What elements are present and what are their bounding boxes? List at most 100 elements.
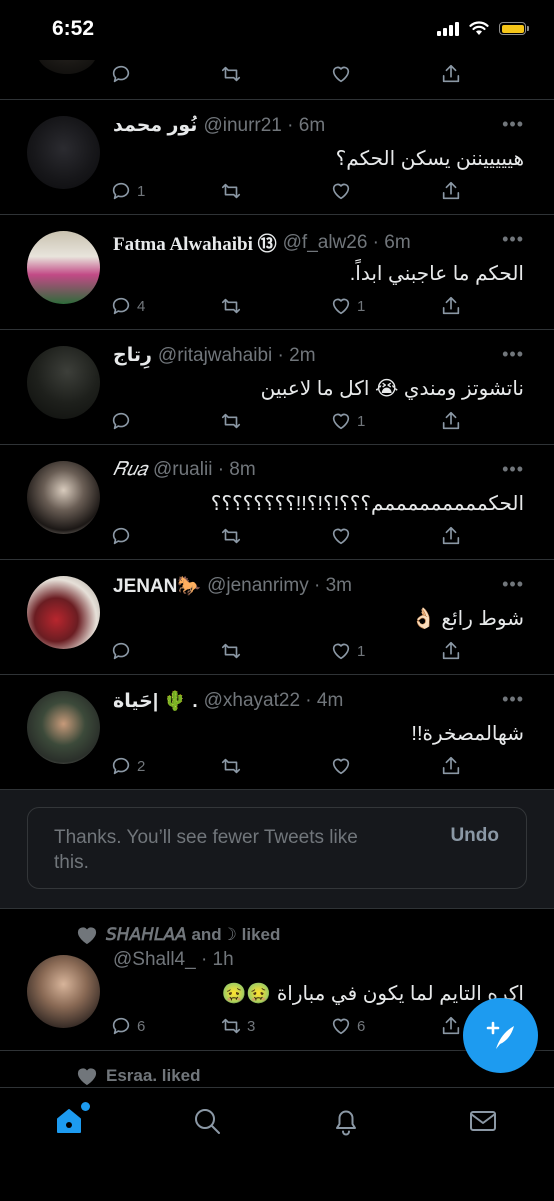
tweet[interactable]: نُور محمد @inurr21 · 6m ••• هيييييننن يس… bbox=[0, 100, 554, 215]
handle-and-time: @ritajwahaibi · 2m bbox=[157, 344, 316, 366]
display-name[interactable]: JENAN🐎 bbox=[113, 574, 201, 598]
display-name[interactable]: نُور محمد bbox=[113, 114, 197, 137]
retweet-button[interactable]: 3 bbox=[220, 1015, 255, 1037]
more-options-icon[interactable]: ••• bbox=[502, 574, 524, 595]
share-button[interactable] bbox=[440, 63, 462, 85]
reply-button[interactable]: 2 bbox=[110, 755, 145, 777]
like-count: 1 bbox=[357, 412, 366, 430]
retweet-icon bbox=[221, 413, 241, 429]
heart-icon bbox=[332, 183, 350, 200]
retweet-button[interactable] bbox=[220, 63, 242, 85]
undo-button[interactable]: Undo bbox=[450, 825, 499, 847]
tab-messages[interactable] bbox=[468, 1106, 502, 1140]
reply-count: 1 bbox=[137, 182, 146, 200]
handle-and-time: @inurr21 · 6m bbox=[203, 114, 326, 136]
share-icon bbox=[442, 756, 460, 775]
reply-icon bbox=[112, 642, 130, 660]
status-time: 6:52 bbox=[52, 17, 95, 40]
more-options-icon[interactable]: ••• bbox=[502, 229, 524, 250]
tweet[interactable]: رِتاج @ritajwahaibi · 2m ••• ناتشوتز ومن… bbox=[0, 330, 554, 445]
liked-by-text[interactable]: 𝘚𝘏𝘈𝘏𝘓𝘈𝘈 and☽ liked bbox=[106, 925, 280, 945]
compose-tweet-button[interactable] bbox=[463, 998, 538, 1073]
share-button[interactable] bbox=[440, 1015, 462, 1037]
like-button[interactable]: 6 bbox=[330, 1015, 365, 1037]
reply-icon bbox=[112, 65, 130, 83]
more-options-icon[interactable]: ••• bbox=[502, 459, 524, 480]
share-button[interactable] bbox=[440, 525, 462, 547]
reply-button[interactable] bbox=[110, 640, 137, 662]
display-name[interactable]: 𝑅𝑢𝑎 bbox=[113, 459, 147, 481]
more-options-icon[interactable]: ••• bbox=[502, 114, 524, 135]
timeline-feed[interactable]: نُور محمد @inurr21 · 6m ••• هيييييننن يس… bbox=[0, 60, 554, 1087]
like-button[interactable]: 1 bbox=[330, 410, 365, 432]
tweet-actions: 6 3 6 bbox=[110, 1015, 500, 1045]
reply-button[interactable] bbox=[110, 410, 137, 432]
avatar[interactable] bbox=[27, 116, 100, 189]
status-icons bbox=[437, 21, 529, 36]
tweet-header: @Shall4_ · 1h bbox=[113, 949, 234, 971]
more-options-icon[interactable]: ••• bbox=[502, 344, 524, 365]
tweet-partial[interactable] bbox=[0, 60, 554, 100]
heart-icon bbox=[332, 413, 350, 430]
handle-and-time: @Shall4_ · 1h bbox=[113, 949, 234, 970]
tweet-text: شوط رائع 👌🏻 bbox=[410, 608, 524, 630]
tweet-actions bbox=[110, 63, 500, 93]
heart-icon bbox=[332, 298, 350, 315]
notice-text: Thanks. You’ll see fewer Tweets like thi… bbox=[54, 827, 358, 873]
feedback-notice-section: Thanks. You’ll see fewer Tweets like thi… bbox=[0, 790, 554, 909]
tab-home[interactable] bbox=[54, 1102, 90, 1140]
avatar[interactable] bbox=[27, 576, 100, 649]
like-button[interactable]: 1 bbox=[330, 640, 365, 662]
battery-icon bbox=[499, 22, 529, 35]
like-button[interactable] bbox=[330, 755, 357, 777]
tweet[interactable]: Fatma Alwahaibi ⑬ @f_alw26 · 6m ••• الحك… bbox=[0, 215, 554, 330]
retweet-button[interactable] bbox=[220, 755, 247, 777]
display-name[interactable]: رِتاج bbox=[113, 344, 152, 367]
retweet-icon bbox=[221, 758, 241, 774]
home-icon bbox=[57, 1109, 81, 1133]
retweet-button[interactable] bbox=[220, 410, 247, 432]
reply-button[interactable] bbox=[110, 525, 137, 547]
reply-button[interactable] bbox=[110, 63, 132, 85]
tweet-header: Fatma Alwahaibi ⑬ @f_alw26 · 6m bbox=[113, 229, 411, 256]
like-button[interactable] bbox=[330, 180, 357, 202]
retweet-icon bbox=[221, 528, 241, 544]
avatar[interactable] bbox=[27, 955, 100, 1028]
retweet-button[interactable] bbox=[220, 640, 247, 662]
avatar[interactable] bbox=[37, 60, 97, 74]
share-button[interactable] bbox=[440, 410, 462, 432]
reply-button[interactable]: 4 bbox=[110, 295, 145, 317]
tweet[interactable]: JENAN🐎 @jenanrimy · 3m ••• شوط رائع 👌🏻 1 bbox=[0, 560, 554, 675]
avatar[interactable] bbox=[27, 691, 100, 764]
tweet[interactable]: 𝑅𝑢𝑎 @rualii · 8m ••• الحكمممممممممم؟؟؟!؟… bbox=[0, 445, 554, 560]
share-button[interactable] bbox=[440, 640, 462, 662]
share-icon bbox=[442, 181, 460, 200]
share-button[interactable] bbox=[440, 180, 462, 202]
reply-icon bbox=[112, 297, 130, 315]
retweet-button[interactable] bbox=[220, 295, 247, 317]
share-button[interactable] bbox=[440, 755, 462, 777]
retweet-button[interactable] bbox=[220, 525, 247, 547]
heart-icon bbox=[332, 528, 350, 545]
tab-notifications[interactable] bbox=[331, 1106, 365, 1140]
avatar[interactable] bbox=[27, 346, 100, 419]
display-name[interactable]: حَياة| 🌵 . bbox=[113, 689, 198, 713]
share-button[interactable] bbox=[440, 295, 462, 317]
more-options-icon[interactable]: ••• bbox=[502, 689, 524, 710]
retweet-button[interactable] bbox=[220, 180, 247, 202]
avatar[interactable] bbox=[27, 461, 100, 534]
reply-button[interactable]: 6 bbox=[110, 1015, 145, 1037]
avatar[interactable] bbox=[27, 231, 100, 304]
share-icon bbox=[442, 411, 460, 430]
display-name[interactable]: Fatma Alwahaibi ⑬ bbox=[113, 229, 277, 256]
like-button[interactable] bbox=[330, 63, 352, 85]
bottom-tab-bar bbox=[0, 1087, 554, 1201]
tab-search[interactable] bbox=[192, 1106, 226, 1140]
like-button[interactable] bbox=[330, 525, 357, 547]
reply-button[interactable]: 1 bbox=[110, 180, 145, 202]
like-button[interactable]: 1 bbox=[330, 295, 365, 317]
tweet[interactable]: حَياة| 🌵 . @xhayat22 · 4m ••• شهالمصخرة!… bbox=[0, 675, 554, 790]
retweet-icon bbox=[221, 1018, 241, 1034]
retweet-icon bbox=[221, 298, 241, 314]
liked-by-text[interactable]: Esraa. liked bbox=[106, 1066, 201, 1086]
